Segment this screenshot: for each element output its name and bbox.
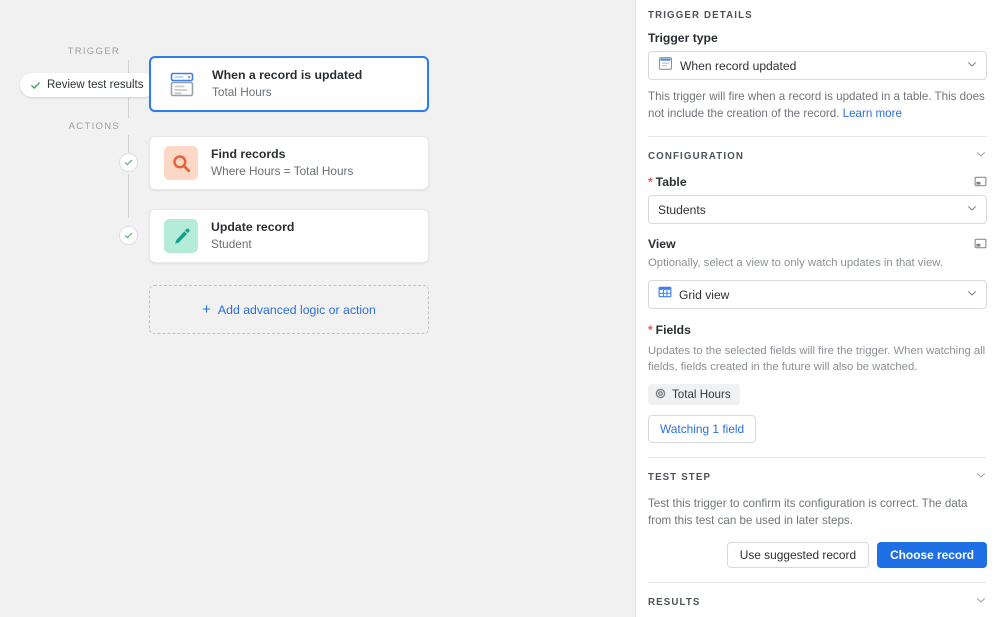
pencil-icon <box>164 219 198 253</box>
field-chip-label: Total Hours <box>672 388 731 401</box>
check-icon <box>124 227 133 245</box>
learn-more-link[interactable]: Learn more <box>843 107 902 120</box>
view-select[interactable]: Grid view <box>648 280 987 309</box>
add-advanced-logic-or-action-button[interactable]: + Add advanced logic or action <box>149 285 429 334</box>
view-label: View <box>648 237 676 251</box>
flow-connector-line <box>128 174 129 218</box>
table-select[interactable]: Students <box>648 195 987 224</box>
record-form-icon <box>165 67 199 101</box>
chevron-down-icon[interactable] <box>975 468 987 486</box>
chevron-down-icon <box>966 201 978 219</box>
action-card-title: Update record <box>211 220 295 234</box>
magnifying-glass-icon <box>164 146 198 180</box>
table-value: Students <box>658 202 706 217</box>
expand-icon[interactable] <box>974 237 987 255</box>
view-value: Grid view <box>679 287 730 302</box>
view-label-text: View <box>648 237 676 251</box>
action-card-text: Find records Where Hours = Total Hours <box>211 147 353 179</box>
review-test-results-label: Review test results <box>47 79 144 91</box>
section-header-test-step[interactable]: TEST STEP <box>648 468 987 486</box>
flow-section-label-actions: ACTIONS <box>68 121 120 132</box>
chevron-down-icon <box>966 57 978 75</box>
step-status-dot <box>119 226 138 245</box>
required-asterisk: * <box>648 175 653 189</box>
section-test-step: TEST STEP Test this trigger to confirm i… <box>648 458 987 583</box>
action-card-text: Update record Student <box>211 220 294 252</box>
action-card-subtitle: Where Hours = Total Hours <box>211 164 354 178</box>
field-chip-total-hours[interactable]: Total Hours <box>648 384 740 405</box>
action-card-title: Find records <box>211 147 286 161</box>
rollup-field-icon <box>655 388 666 402</box>
view-label-row: View <box>648 237 987 255</box>
check-icon <box>30 80 41 91</box>
view-helper-text: Optionally, select a view to only watch … <box>648 257 943 269</box>
section-title: CONFIGURATION <box>648 150 745 162</box>
trigger-description-text: This trigger will fire when a record is … <box>648 90 985 120</box>
section-title: TRIGGER DETAILS <box>648 10 753 21</box>
choose-record-button[interactable]: Choose record <box>877 542 987 568</box>
action-step-card-update-record[interactable]: Update record Student <box>149 209 429 263</box>
automation-editor: TRIGGER ACTIONS Review test results When… <box>0 0 999 617</box>
use-suggested-record-label: Use suggested record <box>739 548 857 562</box>
flow-connector-line <box>128 95 129 118</box>
add-action-label: Add advanced logic or action <box>217 302 376 317</box>
trigger-card-title: When a record is updated <box>212 68 363 82</box>
section-header-configuration[interactable]: CONFIGURATION <box>648 147 987 165</box>
fields-helper-text: Updates to the selected fields will fire… <box>648 345 986 373</box>
table-label-text: Table <box>655 175 687 189</box>
expand-icon[interactable] <box>974 175 987 193</box>
review-test-results-pill[interactable]: Review test results <box>20 73 156 97</box>
section-configuration: CONFIGURATION * Table Students View Opti… <box>648 137 987 458</box>
section-title: TEST STEP <box>648 471 712 483</box>
record-form-icon <box>658 56 673 76</box>
trigger-type-description: This trigger will fire when a record is … <box>648 89 987 122</box>
field-chip-list: Total Hours <box>648 384 987 415</box>
required-asterisk: * <box>648 323 653 337</box>
section-results: RESULTS Step successful Step run 38 minu… <box>648 583 987 617</box>
test-step-button-row: Use suggested record Choose record <box>648 542 987 568</box>
check-icon <box>124 154 133 172</box>
flow-connector-line <box>128 135 129 153</box>
table-label-row: * Table <box>648 175 987 195</box>
trigger-type-select[interactable]: When record updated <box>648 51 987 80</box>
test-step-description: Test this trigger to confirm its configu… <box>648 497 968 527</box>
flow-canvas: TRIGGER ACTIONS Review test results When… <box>0 0 636 617</box>
section-header-trigger-details: TRIGGER DETAILS <box>648 10 987 21</box>
watching-fields-label: Watching 1 field <box>660 422 745 436</box>
section-trigger-details: TRIGGER DETAILS Trigger type When record… <box>648 0 987 137</box>
watching-fields-button[interactable]: Watching 1 field <box>648 415 757 443</box>
section-header-results[interactable]: RESULTS <box>648 593 987 611</box>
trigger-card-subtitle: Total Hours <box>212 85 272 99</box>
chevron-down-icon[interactable] <box>975 147 987 165</box>
trigger-type-value: When record updated <box>680 58 797 73</box>
fields-label-text: Fields <box>655 323 691 337</box>
chevron-down-icon <box>966 286 978 304</box>
chevron-down-icon[interactable] <box>975 593 987 611</box>
action-card-subtitle: Student <box>211 237 252 251</box>
table-label: * Table <box>648 175 687 189</box>
flow-section-label-trigger: TRIGGER <box>67 46 120 57</box>
use-suggested-record-button[interactable]: Use suggested record <box>726 542 870 568</box>
fields-label: * Fields <box>648 323 987 337</box>
trigger-card-text: When a record is updated Total Hours <box>212 68 362 100</box>
action-step-card-find-records[interactable]: Find records Where Hours = Total Hours <box>149 136 429 190</box>
trigger-details-panel: TRIGGER DETAILS Trigger type When record… <box>636 0 999 617</box>
step-status-dot <box>119 153 138 172</box>
choose-record-label: Choose record <box>890 548 974 562</box>
trigger-step-card[interactable]: When a record is updated Total Hours <box>149 56 429 112</box>
plus-icon: + <box>202 301 211 318</box>
trigger-type-label: Trigger type <box>648 31 718 45</box>
grid-icon <box>658 285 672 304</box>
section-title: RESULTS <box>648 596 701 608</box>
